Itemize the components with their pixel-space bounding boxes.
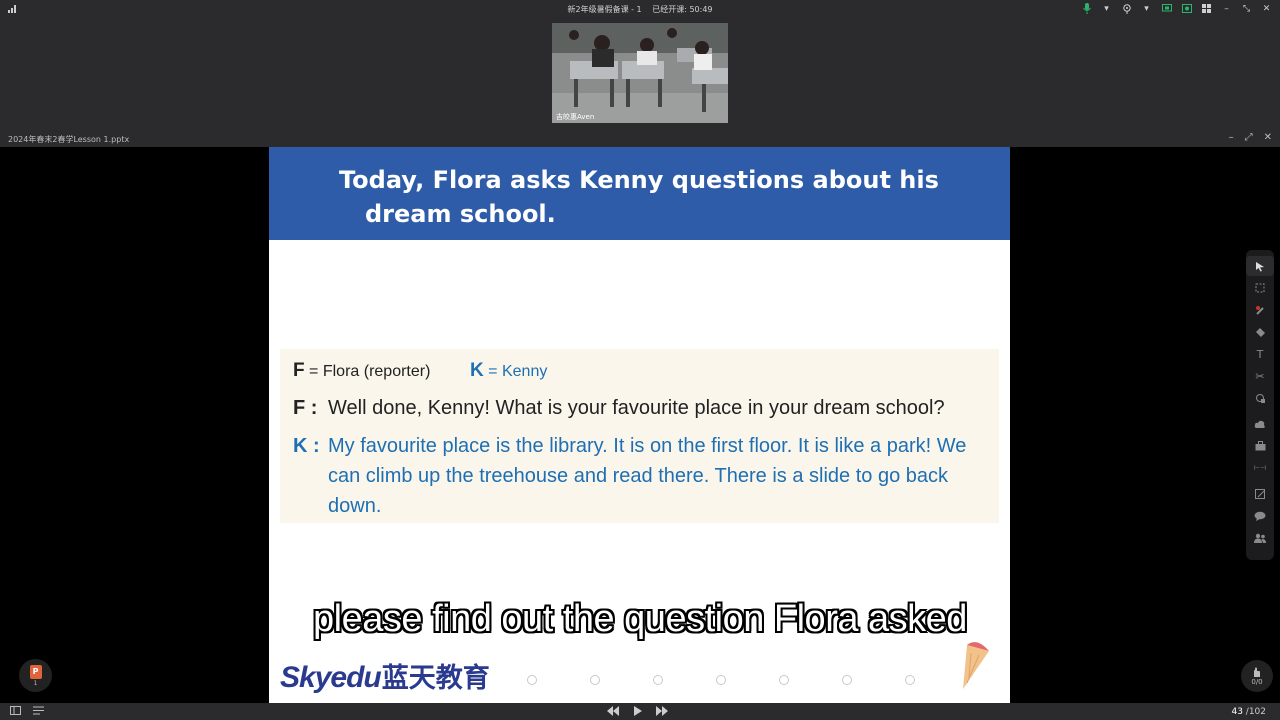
share-screen-icon[interactable]	[1161, 3, 1172, 14]
previous-slide-icon[interactable]	[607, 706, 619, 719]
close-icon[interactable]: ✕	[1264, 132, 1272, 143]
video-area: 吉皎惠Aven	[0, 18, 1280, 130]
people-icon[interactable]	[1246, 528, 1274, 548]
speaker-flora: F :	[293, 397, 318, 419]
thumbnail-count: 1	[33, 679, 38, 687]
document-bar: 2024年春末2春学Lesson 1.pptx – ⤢ ✕	[0, 130, 1280, 147]
slide-header: Today, Flora asks Kenny questions about …	[269, 147, 1010, 240]
playback-controls	[607, 706, 668, 719]
toolbox-icon[interactable]	[1246, 436, 1274, 456]
ruler-icon[interactable]: ⊢⊣	[1246, 458, 1274, 478]
minimize-icon[interactable]: –	[1229, 132, 1234, 143]
cursor-icon[interactable]	[1246, 256, 1274, 276]
slide-pager: 43 /102	[1231, 707, 1266, 717]
flora-question: Well done, Kenny! What is your favourite…	[328, 397, 945, 419]
dot	[527, 675, 537, 685]
elapsed-time: 已经开课: 50:49	[652, 5, 713, 14]
sidebar-toggle-icon[interactable]	[10, 706, 21, 718]
cloud-icon[interactable]	[1246, 414, 1274, 434]
layout-grid-icon[interactable]	[1201, 3, 1212, 14]
dot	[842, 675, 852, 685]
shape-icon[interactable]	[1246, 388, 1274, 408]
chevron-down-icon[interactable]: ▾	[1141, 3, 1152, 14]
close-icon[interactable]: ✕	[1261, 3, 1272, 14]
slide-title-line-1: Today, Flora asks Kenny questions about …	[339, 166, 939, 194]
skyedu-logo: Skyedu蓝天教育	[280, 656, 490, 695]
next-slide-icon[interactable]	[656, 706, 668, 719]
ice-cream-cone-icon	[963, 642, 989, 689]
dot	[716, 675, 726, 685]
laser-pointer-icon[interactable]	[1246, 300, 1274, 320]
decorative-dots	[527, 675, 915, 685]
bottom-bar: 43 /102	[0, 703, 1280, 720]
teacher-video[interactable]: 吉皎惠Aven	[552, 23, 728, 123]
ppt-file-icon: P	[29, 664, 42, 679]
classroom-app: 新2年级暑假备课 - 1 已经开课: 50:49 ▾ ▾ – ⤡ ✕ 吉皎惠Av…	[0, 0, 1280, 720]
legend-k-text: = Kenny	[483, 363, 548, 380]
kenny-answer: My favourite place is the library. It is…	[328, 435, 967, 517]
play-icon[interactable]	[633, 706, 642, 719]
document-window-controls: – ⤢ ✕	[1229, 132, 1272, 143]
slide-thumbnail-button[interactable]: P 1	[19, 659, 52, 692]
minimize-icon[interactable]: –	[1221, 3, 1232, 14]
top-bar: 新2年级暑假备课 - 1 已经开课: 50:49 ▾ ▾ – ⤡ ✕	[0, 0, 1280, 18]
restore-icon[interactable]: ⤡	[1241, 3, 1252, 14]
class-name: 新2年级暑假备课 - 1	[567, 5, 642, 14]
scissors-icon[interactable]: ✂	[1246, 366, 1274, 386]
current-slide-number: 43	[1231, 707, 1243, 717]
edit-icon[interactable]	[1246, 484, 1274, 504]
annotation-toolbar: T ✂ ⊢⊣	[1246, 250, 1274, 560]
chevron-down-icon[interactable]: ▾	[1101, 3, 1112, 14]
eraser-icon[interactable]	[1246, 322, 1274, 342]
hand-raise-count: 0/0	[1251, 677, 1263, 686]
legend-flora: F = Flora (reporter)	[293, 360, 430, 382]
hand-raise-button[interactable]: 0/0	[1241, 660, 1273, 692]
marquee-select-icon[interactable]	[1246, 278, 1274, 298]
classroom-video-image	[552, 23, 728, 123]
text-icon[interactable]: T	[1246, 344, 1274, 364]
top-right-controls: ▾ ▾ – ⤡ ✕	[1081, 3, 1272, 14]
hand-icon	[1254, 667, 1260, 677]
document-filename: 2024年春末2春学Lesson 1.pptx	[8, 135, 130, 144]
notes-icon[interactable]	[33, 706, 44, 718]
logo-chinese: 蓝天教育	[381, 663, 490, 693]
legend-kenny: K = Kenny	[470, 360, 547, 382]
bottom-left-controls	[10, 706, 44, 718]
dialogue-box: F = Flora (reporter) K = Kenny F : Well …	[280, 349, 999, 523]
total-slides: /102	[1242, 707, 1266, 717]
speaker-kenny: K :	[293, 435, 320, 457]
microphone-icon[interactable]	[1081, 3, 1092, 14]
slide-title: Today, Flora asks Kenny questions about …	[339, 163, 959, 231]
dot	[905, 675, 915, 685]
camera-icon[interactable]	[1121, 3, 1132, 14]
chat-icon[interactable]	[1246, 506, 1274, 526]
legend-f-text: = Flora (reporter)	[304, 363, 431, 380]
fullscreen-icon[interactable]: ⤢	[1245, 132, 1253, 143]
participant-name: 吉皎惠Aven	[556, 113, 595, 121]
dot	[779, 675, 789, 685]
logo-latin: Skyedu	[280, 661, 382, 694]
legend-k-letter: K	[470, 360, 484, 381]
live-subtitle: please find out the question Flora asked	[313, 598, 967, 640]
dot	[653, 675, 663, 685]
dot	[590, 675, 600, 685]
legend-f-letter: F	[293, 360, 305, 381]
slide-title-line-2: dream school.	[365, 200, 556, 228]
record-icon[interactable]	[1181, 3, 1192, 14]
